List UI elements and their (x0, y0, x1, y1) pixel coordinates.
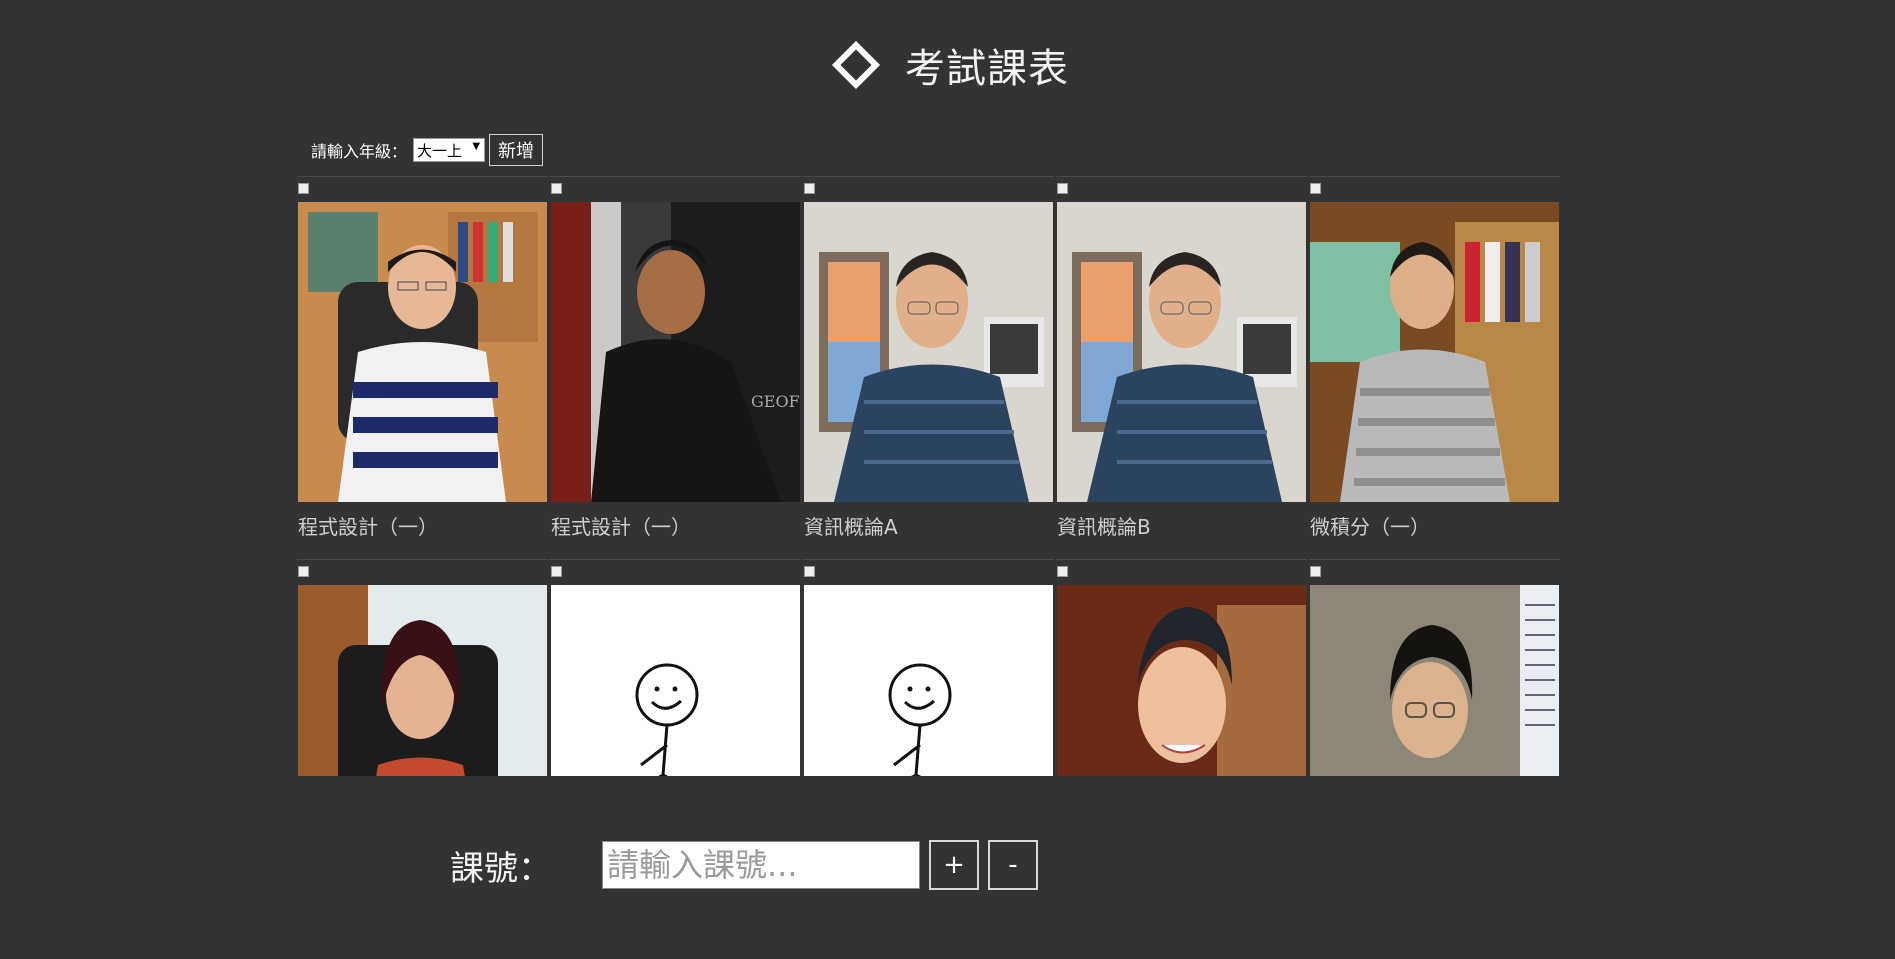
course-card[interactable] (550, 559, 801, 776)
course-card[interactable] (297, 559, 548, 776)
page-title: 考試課表 (905, 46, 1069, 92)
course-card[interactable] (803, 559, 1054, 776)
course-number-row: 課號： + - (450, 840, 1038, 890)
teacher-photo (298, 585, 547, 776)
dropdown-caret-icon: ▼ (472, 141, 481, 152)
stick-figure-image (804, 585, 1053, 776)
grade-label: 請輸入年級： (311, 142, 408, 161)
course-name: 資訊概論A (804, 515, 898, 539)
course-card[interactable]: 資訊概論B (1056, 176, 1307, 557)
course-card[interactable]: 程式設計（一） (297, 176, 548, 557)
course-number-label: 課號： (450, 848, 552, 889)
grade-select[interactable]: 大一上 ▼ (413, 138, 486, 162)
course-checkbox[interactable] (551, 183, 562, 194)
course-card[interactable]: GEOFF 程式設計（一） (550, 176, 801, 557)
course-checkbox[interactable] (1310, 183, 1321, 194)
course-name: 程式設計（一） (298, 515, 438, 539)
course-grid-viewport[interactable]: 程式設計（一） GEOFF 程式設計（一） (297, 176, 1561, 776)
course-checkbox[interactable] (298, 566, 309, 577)
add-course-button[interactable]: + (929, 840, 979, 890)
course-checkbox[interactable] (1057, 566, 1068, 577)
diamond-icon (825, 34, 887, 96)
course-card[interactable]: 資訊概論A (803, 176, 1054, 557)
teacher-photo (298, 202, 547, 502)
course-card[interactable] (1309, 559, 1560, 776)
teacher-photo (1310, 585, 1559, 776)
course-number-input[interactable] (602, 841, 920, 889)
course-name: 資訊概論B (1057, 515, 1151, 539)
add-button[interactable]: 新增 (489, 134, 544, 166)
course-card[interactable]: 微積分（一） (1309, 176, 1560, 557)
course-checkbox[interactable] (1310, 566, 1321, 577)
course-name: 微積分（一） (1310, 515, 1430, 539)
course-checkbox[interactable] (551, 566, 562, 577)
course-name: 程式設計（一） (551, 515, 691, 539)
exam-schedule-page: 考試課表 請輸入年級： 大一上 ▼ 新增 程式設計（一） GEOF 程式設計（一… (0, 0, 1895, 959)
svg-text:GEOFF: GEOFF (751, 392, 800, 411)
grade-selector-row: 請輸入年級： 大一上 ▼ 新增 (311, 134, 544, 166)
course-checkbox[interactable] (1057, 183, 1068, 194)
course-checkbox[interactable] (804, 183, 815, 194)
teacher-photo: GEOFF (551, 202, 800, 502)
header: 考試課表 (825, 34, 1069, 96)
course-checkbox[interactable] (298, 183, 309, 194)
course-card[interactable] (1056, 559, 1307, 776)
teacher-photo (1057, 585, 1306, 776)
course-checkbox[interactable] (804, 566, 815, 577)
course-grid: 程式設計（一） GEOFF 程式設計（一） (297, 176, 1561, 776)
grade-selected-value: 大一上 (417, 141, 463, 160)
teacher-photo (1057, 202, 1306, 502)
teacher-photo (1310, 202, 1559, 502)
remove-course-button[interactable]: - (988, 840, 1038, 890)
teacher-photo (804, 202, 1053, 502)
stick-figure-image (551, 585, 800, 776)
